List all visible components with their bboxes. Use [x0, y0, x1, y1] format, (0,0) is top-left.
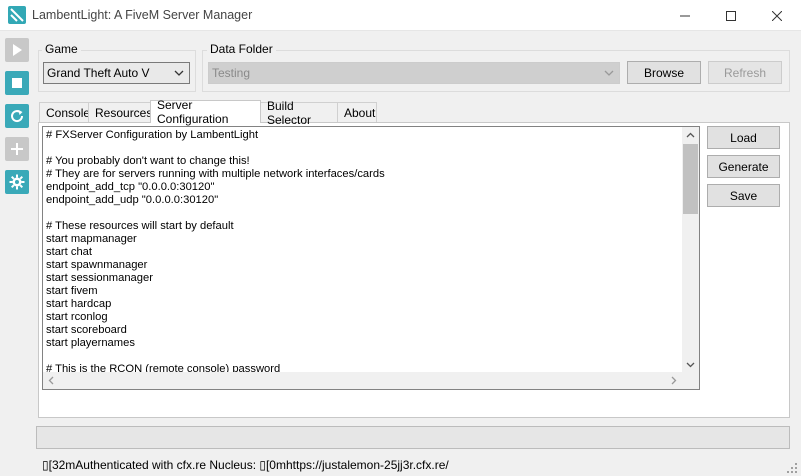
game-select-value: Grand Theft Auto V — [47, 66, 150, 80]
tab-resources[interactable]: Resources — [88, 102, 152, 122]
horizontal-scrollbar[interactable] — [43, 372, 682, 389]
plus-icon — [11, 143, 23, 155]
refresh-icon — [11, 110, 24, 123]
resize-grip-icon[interactable] — [786, 462, 798, 474]
config-line: start mapmanager — [46, 233, 137, 245]
config-line: # You probably don't want to change this… — [46, 155, 250, 167]
config-line: start sessionmanager — [46, 272, 153, 284]
config-line: # These resources will start by default — [46, 220, 234, 232]
title-bar[interactable]: LambentLight: A FiveM Server Manager — [0, 0, 801, 31]
chevron-down-icon — [604, 70, 614, 76]
game-group-label: Game — [42, 42, 81, 56]
save-button[interactable]: Save — [707, 184, 780, 207]
config-line: start rconlog — [46, 311, 108, 323]
config-text-editor[interactable]: # FXServer Configuration by LambentLight… — [42, 126, 700, 390]
maximize-icon — [726, 10, 736, 21]
config-line: endpoint_add_udp "0.0.0.0:30120" — [46, 194, 219, 206]
data-folder-select[interactable]: Testing — [208, 62, 620, 84]
maximize-button[interactable] — [708, 0, 754, 31]
stop-icon — [12, 78, 22, 88]
data-folder-group-label: Data Folder — [207, 42, 276, 56]
scroll-down-icon[interactable] — [686, 360, 695, 369]
config-line: # FXServer Configuration by LambentLight — [46, 129, 259, 141]
close-button[interactable] — [754, 0, 800, 31]
play-icon — [13, 44, 22, 56]
config-line: start spawnmanager — [46, 259, 148, 271]
scroll-up-icon[interactable] — [686, 131, 695, 140]
progress-bar — [36, 426, 790, 449]
config-line: start playernames — [46, 337, 135, 349]
config-line: endpoint_add_tcp "0.0.0.0:30120" — [46, 181, 215, 193]
tab-about[interactable]: About — [337, 102, 377, 122]
config-line: start chat — [46, 246, 93, 258]
gear-icon — [9, 174, 25, 190]
status-message: ▯[32mAuthenticated with cfx.re Nucleus: … — [42, 458, 449, 472]
scroll-left-icon[interactable] — [47, 376, 56, 385]
scroll-right-icon[interactable] — [669, 376, 678, 385]
config-line: # They are for servers running with mult… — [46, 168, 385, 180]
game-select[interactable]: Grand Theft Auto V — [43, 62, 190, 84]
config-line: start hardcap — [46, 298, 112, 310]
data-folder-select-value: Testing — [212, 66, 251, 80]
config-line: start scoreboard — [46, 324, 127, 336]
stop-server-button[interactable] — [5, 71, 29, 95]
config-line — [46, 207, 682, 220]
generate-button[interactable]: Generate — [707, 155, 780, 178]
vertical-scroll-thumb[interactable] — [683, 144, 698, 214]
app-logo-icon — [8, 6, 26, 24]
chevron-down-icon — [174, 70, 184, 76]
browse-button[interactable]: Browse — [627, 61, 701, 84]
settings-button[interactable] — [5, 170, 29, 194]
minimize-icon — [680, 15, 690, 16]
tab-server-configuration[interactable]: Server Configuration — [150, 98, 261, 126]
window-title: LambentLight: A FiveM Server Manager — [32, 8, 253, 22]
tab-console[interactable]: Console — [39, 102, 90, 122]
tab-build-selector[interactable]: Build Selector — [260, 99, 338, 127]
vertical-scrollbar[interactable] — [682, 127, 699, 373]
config-line — [46, 142, 682, 155]
refresh-button[interactable]: Refresh — [708, 61, 782, 84]
add-button[interactable] — [5, 137, 29, 161]
close-icon — [772, 10, 782, 21]
config-line — [46, 350, 682, 363]
config-text: # FXServer Configuration by LambentLight… — [46, 129, 682, 373]
scrollbar-corner — [682, 372, 699, 389]
start-server-button[interactable] — [5, 38, 29, 62]
config-line: start fivem — [46, 285, 98, 297]
minimize-button[interactable] — [662, 0, 708, 31]
load-button[interactable]: Load — [707, 126, 780, 149]
restart-server-button[interactable] — [5, 104, 29, 128]
